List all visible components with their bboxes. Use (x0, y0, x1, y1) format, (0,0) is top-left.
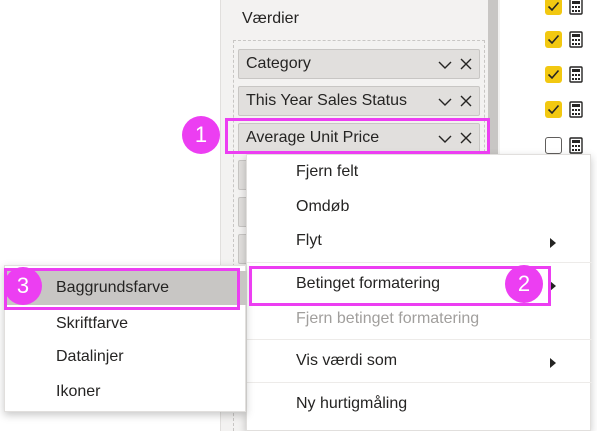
submenu-item-font-color[interactable]: Skriftfarve (5, 307, 247, 341)
close-icon[interactable] (459, 57, 473, 71)
field-pill-label: Category (246, 55, 311, 72)
calculator-icon (569, 0, 583, 15)
chevron-down-icon[interactable] (437, 57, 453, 73)
submenu-item-label: Datalinjer (56, 348, 124, 365)
field-checkbox[interactable] (545, 137, 562, 154)
menu-separator (247, 262, 592, 263)
caret-right-icon (550, 358, 556, 368)
menu-item-label: Betinget formatering (296, 275, 441, 292)
menu-item-move[interactable]: Flyt (247, 226, 592, 260)
field-pill-average-unit-price[interactable]: Average Unit Price (238, 123, 480, 153)
caret-right-icon (550, 238, 556, 248)
pane-scrollbar-thumb[interactable] (488, 0, 498, 160)
callout-badge-3: 3 (4, 267, 42, 305)
calculator-icon (569, 31, 583, 48)
callout-badge-1: 1 (182, 116, 220, 154)
menu-separator (247, 382, 592, 383)
field-pill-label: Average Unit Price (246, 129, 380, 146)
menu-item-rename[interactable]: Omdøb (247, 192, 592, 226)
menu-item-remove-field[interactable]: Fjern felt (247, 157, 592, 191)
submenu-item-label: Baggrundsfarve (56, 279, 169, 296)
submenu-item-label: Ikoner (56, 383, 101, 400)
callout-badge-2: 2 (505, 265, 543, 303)
menu-item-label: Omdøb (296, 198, 350, 215)
calculator-icon (569, 101, 583, 118)
chevron-down-icon[interactable] (437, 131, 453, 147)
calculator-icon (569, 137, 583, 154)
submenu-item-icons[interactable]: Ikoner (5, 375, 247, 409)
menu-item-label: Ny hurtigmåling (296, 395, 408, 412)
close-icon[interactable] (459, 94, 473, 108)
menu-item-new-quick-measure[interactable]: Ny hurtigmåling (247, 389, 592, 423)
field-pill-this-year-sales-status[interactable]: This Year Sales Status (238, 86, 480, 116)
field-pill-category[interactable]: Category (238, 49, 480, 79)
chevron-down-icon[interactable] (437, 94, 453, 110)
menu-separator (247, 339, 592, 340)
field-checkbox[interactable] (545, 101, 562, 118)
menu-item-label: Flyt (296, 232, 322, 249)
field-checkbox[interactable] (545, 66, 562, 83)
menu-item-remove-conditional-formatting: Fjern betinget formatering (247, 304, 592, 338)
menu-item-label: Fjern betinget formatering (296, 310, 480, 327)
field-checkbox[interactable] (545, 31, 562, 48)
checkmark-icon (547, 1, 560, 12)
close-icon[interactable] (459, 131, 473, 145)
menu-item-show-value-as[interactable]: Vis værdi som (247, 346, 592, 380)
submenu-item-data-bars[interactable]: Datalinjer (5, 340, 247, 374)
menu-item-label: Vis værdi som (296, 352, 398, 369)
caret-right-icon (550, 281, 556, 291)
field-pill-label: This Year Sales Status (246, 92, 407, 109)
field-checkbox[interactable] (545, 0, 562, 15)
values-well-title: Værdier (242, 10, 299, 27)
checkmark-icon (547, 104, 560, 115)
submenu-item-label: Skriftfarve (56, 315, 129, 332)
calculator-icon (569, 66, 583, 83)
menu-item-label: Fjern felt (296, 163, 359, 180)
checkmark-icon (547, 34, 560, 45)
checkmark-icon (547, 69, 560, 80)
